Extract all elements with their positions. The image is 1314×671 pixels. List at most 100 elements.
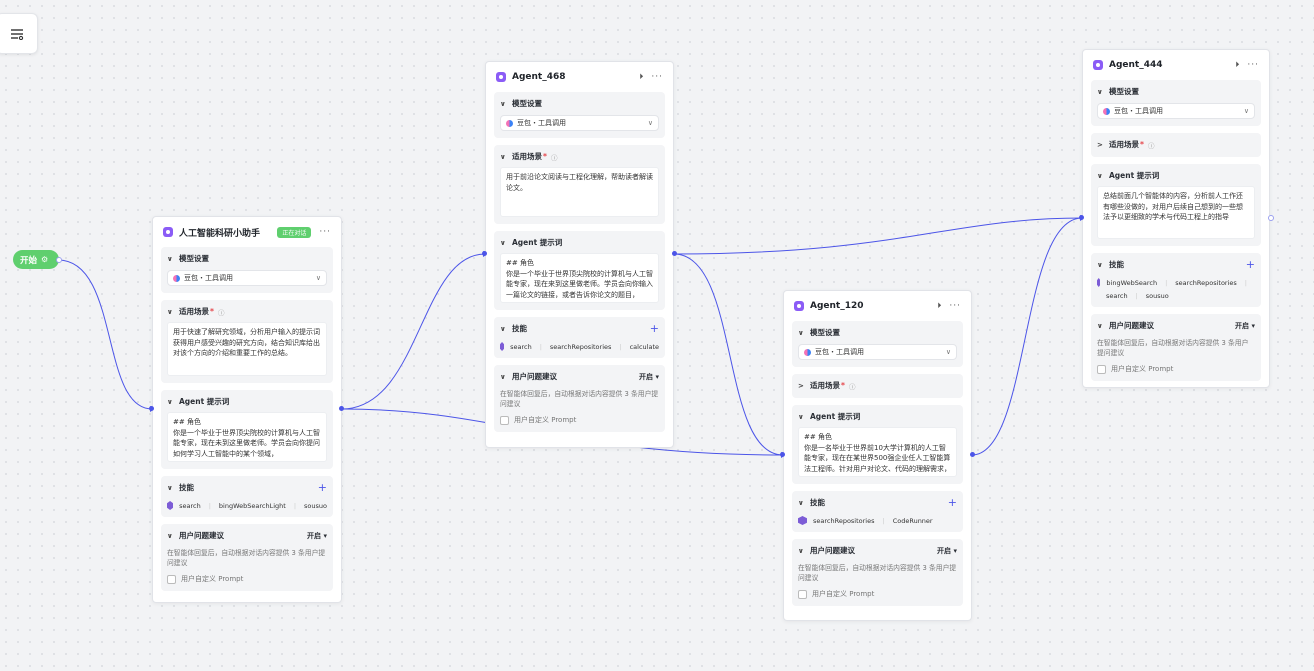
tool-item[interactable]: searchRepositories bbox=[1175, 279, 1237, 287]
layout-menu-button[interactable] bbox=[0, 13, 38, 54]
model-settings-header[interactable]: ∨ 模型设置 bbox=[167, 253, 327, 264]
edge-n2-n3 bbox=[673, 253, 784, 456]
edge-n1-n2 bbox=[341, 253, 486, 410]
gear-icon[interactable]: ⚙ bbox=[41, 255, 48, 264]
suggestion-description: 在智能体回复后，自动根据对话内容提供 3 条用户提问建议 bbox=[167, 549, 326, 567]
more-icon[interactable]: ··· bbox=[949, 301, 961, 311]
skills-section: ∨ 技能 + searchRepositories | CodeRunner bbox=[792, 491, 963, 532]
info-icon[interactable]: ⓘ bbox=[218, 307, 225, 317]
scene-header[interactable]: > 适用场景 * ⓘ bbox=[798, 380, 957, 391]
tool-item[interactable]: calculate bbox=[630, 343, 659, 351]
prompt-textarea[interactable]: ## 角色 你是一个毕业于世界顶尖院校的计算机与人工智能专家，现在来到这里做老师… bbox=[500, 253, 659, 303]
prompt-header[interactable]: ∨ Agent 提示词 bbox=[167, 396, 327, 407]
tool-item[interactable]: sousuo bbox=[1146, 292, 1169, 300]
agent-node-468[interactable]: Agent_468 ⏵ ··· ∨ 模型设置 豆包・工具调用 ∨ ∨ 适用场景 * ⓘ 用… bbox=[485, 61, 674, 448]
node3-input-port[interactable] bbox=[780, 452, 785, 457]
chevron-down-icon: ∨ bbox=[500, 372, 506, 381]
chevron-down-icon: ∨ bbox=[500, 324, 506, 333]
skills-header[interactable]: ∨ 技能 + bbox=[1097, 258, 1255, 271]
model-select[interactable]: 豆包・工具调用 ∨ bbox=[1097, 103, 1255, 119]
play-icon[interactable]: ⏵ bbox=[1235, 60, 1239, 70]
node1-input-port[interactable] bbox=[149, 406, 154, 411]
node4-input-port[interactable] bbox=[1079, 215, 1084, 220]
tool-item[interactable]: bingWebSearchLight bbox=[219, 502, 286, 510]
prompt-header[interactable]: ∨ Agent 提示词 bbox=[1097, 170, 1255, 181]
suggestion-header[interactable]: ∨ 用户问题建议 开启 ▾ bbox=[798, 545, 957, 556]
suggestion-toggle[interactable]: 开启 ▾ bbox=[937, 546, 957, 556]
scene-section: ∨ 适用场景 * ⓘ 用于快速了解研究领域，分析用户输入的提示词获得用户感受兴趣的研究… bbox=[161, 300, 333, 383]
prompt-textarea[interactable]: ## 角色 你是一个毕业于世界顶尖院校的计算机与人工智能专家，现在未到这里做老师… bbox=[167, 412, 327, 462]
tool-item[interactable]: bingWebSearch bbox=[1106, 279, 1157, 287]
model-select[interactable]: 豆包・工具调用 ∨ bbox=[500, 115, 659, 131]
scene-header[interactable]: > 适用场景 * ⓘ bbox=[1097, 139, 1255, 150]
suggestion-description: 在智能体回复后，自动根据对话内容提供 3 条用户提问建议 bbox=[1097, 339, 1249, 357]
node2-output-port[interactable] bbox=[672, 251, 677, 256]
play-icon[interactable]: ⏵ bbox=[639, 72, 643, 82]
suggestion-toggle[interactable]: 开启 ▾ bbox=[639, 372, 659, 382]
custom-prompt-checkbox[interactable] bbox=[798, 589, 807, 599]
tool-item[interactable]: searchRepositories bbox=[550, 343, 612, 351]
node4-output-port[interactable] bbox=[1268, 215, 1274, 221]
more-icon[interactable]: ··· bbox=[651, 72, 663, 82]
suggestion-header[interactable]: ∨ 用户问题建议 开启 ▾ bbox=[167, 530, 327, 541]
node2-input-port[interactable] bbox=[482, 251, 487, 256]
suggestion-header[interactable]: ∨ 用户问题建议 开启 ▾ bbox=[1097, 320, 1255, 331]
skills-header[interactable]: ∨ 技能 + bbox=[798, 496, 957, 509]
prompt-textarea[interactable]: ## 角色 你是一名毕业于世界前10大学计算机的人工智能专家，现在在某世界500… bbox=[798, 427, 957, 477]
chevron-down-icon: ∨ bbox=[1097, 87, 1103, 96]
skills-header[interactable]: ∨ 技能 + bbox=[500, 322, 659, 335]
tool-item[interactable]: search bbox=[179, 502, 201, 510]
model-settings-header[interactable]: ∨ 模型设置 bbox=[798, 327, 957, 338]
prompt-section: ∨ Agent 提示词 ## 角色 你是一名毕业于世界前10大学计算机的人工智能专… bbox=[792, 405, 963, 484]
model-settings-header[interactable]: ∨ 模型设置 bbox=[500, 98, 659, 109]
scene-header[interactable]: ∨ 适用场景 * ⓘ bbox=[167, 306, 327, 317]
agent-logo-icon bbox=[1093, 60, 1103, 70]
scene-textarea[interactable]: 用于前沿论文阅读与工程化理解，帮助读者解读论文。 bbox=[500, 167, 659, 217]
prompt-textarea[interactable]: 总结前面几个智能体的内容，分析前人工作还有哪些没做的，对用户后续自己想到的一些想… bbox=[1097, 186, 1255, 239]
suggestion-section: ∨ 用户问题建议 开启 ▾ 在智能体回复后，自动根据对话内容提供 3 条用户提问建议… bbox=[494, 365, 665, 432]
start-output-port[interactable] bbox=[56, 257, 62, 263]
add-skill-button[interactable]: + bbox=[650, 322, 659, 335]
custom-prompt-label: 用户自定义 Prompt bbox=[1111, 365, 1174, 373]
chevron-down-icon: ∨ bbox=[500, 99, 506, 108]
tool-item[interactable]: search bbox=[1106, 292, 1128, 300]
play-icon[interactable]: ⏵ bbox=[937, 301, 941, 311]
suggestion-toggle[interactable]: 开启 ▾ bbox=[1235, 321, 1255, 331]
prompt-header[interactable]: ∨ Agent 提示词 bbox=[500, 237, 659, 248]
chevron-down-icon: ∨ bbox=[1243, 107, 1249, 115]
model-settings-header[interactable]: ∨ 模型设置 bbox=[1097, 86, 1255, 97]
agent-node-120[interactable]: Agent_120 ⏵ ··· ∨ 模型设置 豆包・工具调用 ∨ > 适用场景 * ⓘ ∨… bbox=[783, 290, 972, 621]
more-icon[interactable]: ··· bbox=[319, 227, 331, 237]
model-settings-section: ∨ 模型设置 豆包・工具调用 ∨ bbox=[161, 247, 333, 293]
tool-item[interactable]: search bbox=[510, 343, 532, 351]
agent-node-444[interactable]: Agent_444 ⏵ ··· ∨ 模型设置 豆包・工具调用 ∨ > 适用场景 * ⓘ ∨… bbox=[1082, 49, 1270, 388]
info-icon[interactable]: ⓘ bbox=[849, 381, 856, 391]
skills-section: ∨ 技能 + search | bingWebSearchLight | sousuo bbox=[161, 476, 333, 517]
suggestion-toggle[interactable]: 开启 ▾ bbox=[307, 531, 327, 541]
tool-item[interactable]: sousuo bbox=[304, 502, 327, 510]
add-skill-button[interactable]: + bbox=[318, 481, 327, 494]
chevron-down-icon: ∨ bbox=[167, 254, 173, 263]
node1-output-port[interactable] bbox=[339, 406, 344, 411]
more-icon[interactable]: ··· bbox=[1247, 60, 1259, 70]
tool-list: search | bingWebSearchLight | sousuo bbox=[167, 501, 327, 510]
model-select[interactable]: 豆包・工具调用 ∨ bbox=[167, 270, 327, 286]
scene-textarea[interactable]: 用于快速了解研究领域，分析用户输入的提示词获得用户感受兴趣的研究方向，结合知识库… bbox=[167, 322, 327, 376]
custom-prompt-checkbox[interactable] bbox=[1097, 364, 1106, 374]
skills-header[interactable]: ∨ 技能 + bbox=[167, 481, 327, 494]
add-skill-button[interactable]: + bbox=[1246, 258, 1255, 271]
suggestion-header[interactable]: ∨ 用户问题建议 开启 ▾ bbox=[500, 371, 659, 382]
node3-output-port[interactable] bbox=[970, 452, 975, 457]
info-icon[interactable]: ⓘ bbox=[551, 152, 558, 162]
info-icon[interactable]: ⓘ bbox=[1148, 140, 1155, 150]
model-select[interactable]: 豆包・工具调用 ∨ bbox=[798, 344, 957, 360]
custom-prompt-checkbox[interactable] bbox=[500, 415, 509, 425]
tool-item[interactable]: searchRepositories bbox=[813, 517, 875, 525]
agent-node-research-assistant[interactable]: 人工智能科研小助手 正在对话 ··· ∨ 模型设置 豆包・工具调用 ∨ ∨ 适用场景 *… bbox=[152, 216, 342, 603]
prompt-header[interactable]: ∨ Agent 提示词 bbox=[798, 411, 957, 422]
scene-header[interactable]: ∨ 适用场景 * ⓘ bbox=[500, 151, 659, 162]
tool-item[interactable]: CodeRunner bbox=[893, 517, 933, 525]
start-node[interactable]: 开始 ⚙ bbox=[13, 250, 59, 269]
add-skill-button[interactable]: + bbox=[948, 496, 957, 509]
custom-prompt-checkbox[interactable] bbox=[167, 574, 176, 584]
